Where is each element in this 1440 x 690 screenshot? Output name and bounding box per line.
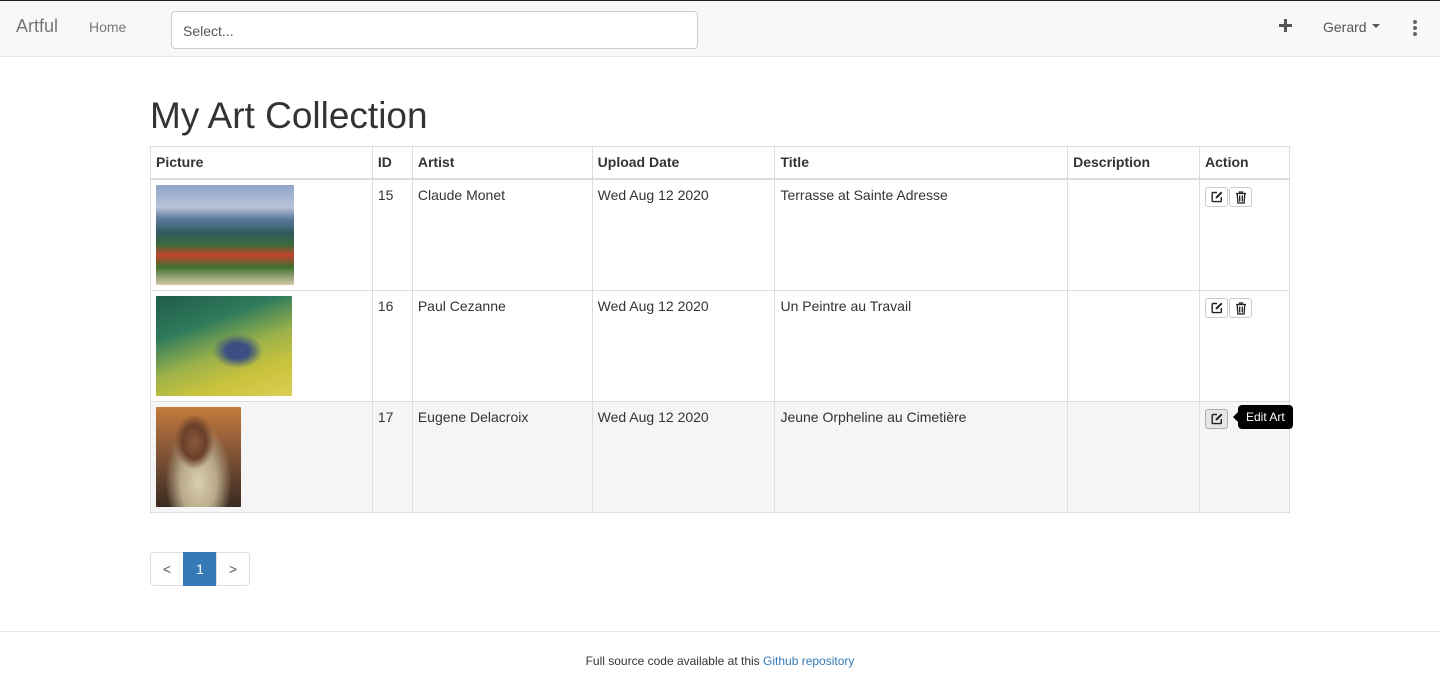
picture-cell [150,178,373,291]
table-row: 17 Eugene Delacroix Wed Aug 12 2020 Jeun… [150,400,1290,513]
artist-cell: Eugene Delacroix [411,400,593,513]
header-id: ID [371,146,413,180]
edit-icon [1211,191,1223,202]
description-cell [1067,289,1201,402]
navbar: Artful Home Select... Gerard [0,0,1440,57]
nav-home-link[interactable]: Home [89,19,126,35]
picture-cell [150,289,373,402]
upload-date-cell: Wed Aug 12 2020 [591,400,776,513]
header-picture: Picture [150,146,373,180]
trash-icon [1236,301,1247,315]
artist-cell: Paul Cezanne [411,289,593,402]
header-description: Description [1067,146,1201,180]
art-table: Picture ID Artist Upload Date Title Desc… [150,146,1290,513]
title-cell: Un Peintre au Travail [774,289,1069,402]
upload-date-cell: Wed Aug 12 2020 [591,289,776,402]
upload-date-cell: Wed Aug 12 2020 [591,178,776,291]
edit-button[interactable] [1205,186,1229,207]
header-action: Action [1199,146,1290,180]
delete-button[interactable] [1229,297,1253,318]
description-cell [1067,400,1201,513]
action-cell [1199,289,1290,402]
pagination-prev-button[interactable]: < [150,552,184,586]
plus-icon[interactable] [1278,18,1294,34]
pagination: < 1 > [150,552,250,586]
picture-cell [150,400,373,513]
artist-cell: Claude Monet [411,178,593,291]
artwork-thumbnail[interactable] [156,295,292,396]
pagination-page-button[interactable]: 1 [183,552,217,586]
description-cell [1067,178,1201,291]
caret-down-icon [1371,24,1380,29]
edit-icon [1211,302,1223,313]
edit-button[interactable] [1205,297,1229,318]
table-row: 15 Claude Monet Wed Aug 12 2020 Terrasse… [150,178,1290,291]
artwork-thumbnail[interactable] [156,406,241,507]
github-repository-link[interactable]: Github repository [763,654,854,668]
page-title: My Art Collection [150,95,428,136]
search-select-placeholder: Select... [183,23,234,39]
header-artist: Artist [411,146,593,180]
action-cell [1199,178,1290,291]
user-menu-dropdown[interactable]: Gerard [1323,19,1380,35]
header-upload-date: Upload Date [591,146,776,180]
pagination-next-button[interactable]: > [216,552,250,586]
footer-label: Full source code available at this [585,654,764,668]
title-cell: Jeune Orpheline au Cimetière [774,400,1069,513]
footer: Full source code available at this Githu… [0,631,1440,690]
trash-icon [1236,190,1247,204]
id-cell: 16 [371,289,413,402]
edit-button[interactable] [1205,408,1229,429]
header-title: Title [774,146,1069,180]
id-cell: 17 [371,400,413,513]
artwork-thumbnail[interactable] [156,184,294,285]
title-cell: Terrasse at Sainte Adresse [774,178,1069,291]
id-cell: 15 [371,178,413,291]
brand-link[interactable]: Artful [16,16,58,37]
delete-button[interactable] [1229,186,1253,207]
table-row: 16 Paul Cezanne Wed Aug 12 2020 Un Peint… [150,289,1290,402]
kebab-menu-icon[interactable] [1413,20,1419,36]
edit-art-tooltip: Edit Art [1233,405,1293,429]
search-select[interactable]: Select... [171,11,698,49]
footer-text: Full source code available at this Githu… [0,654,1440,668]
table-header-row: Picture ID Artist Upload Date Title Desc… [150,146,1290,180]
edit-icon [1211,413,1223,424]
user-name: Gerard [1323,19,1367,35]
